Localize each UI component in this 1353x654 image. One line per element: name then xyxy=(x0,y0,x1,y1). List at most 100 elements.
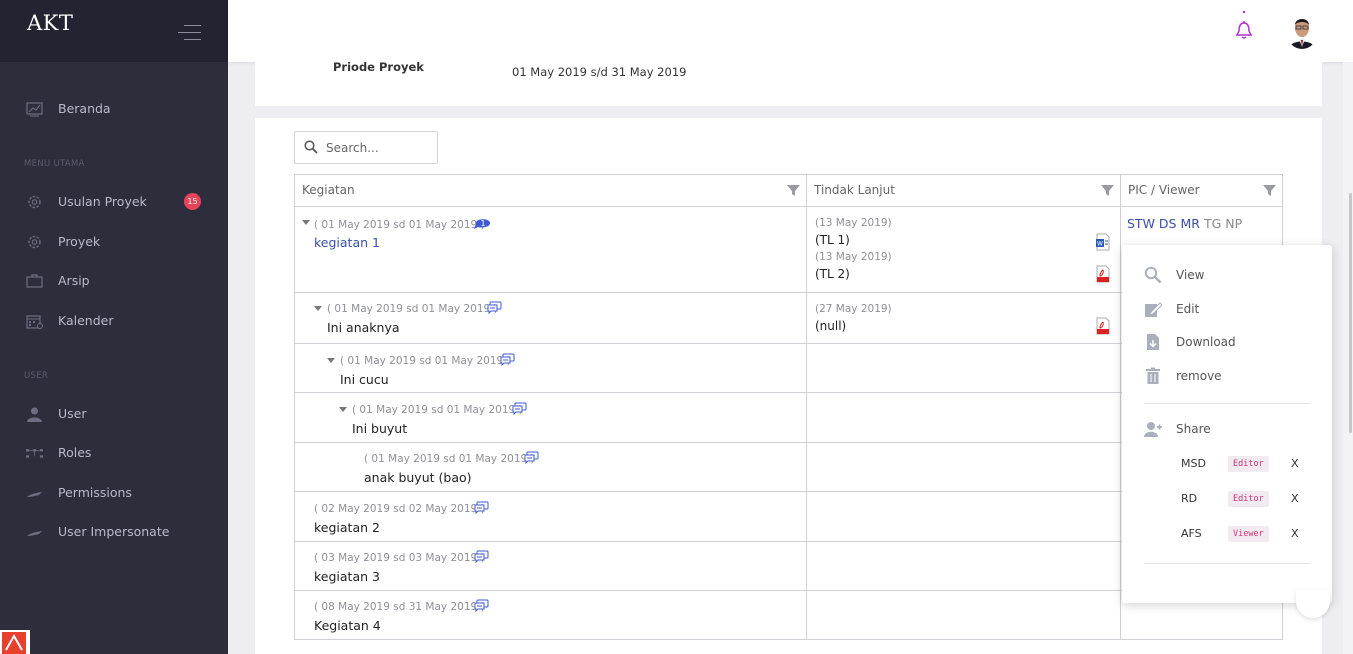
expand-caret-icon[interactable] xyxy=(327,358,335,363)
page-scrollbar-thumb[interactable] xyxy=(1349,193,1352,433)
pic-viewer-list: STW DS MR TG NP xyxy=(1127,216,1242,231)
followup-date: (13 May 2019) xyxy=(815,251,892,263)
activity-title[interactable]: Ini anaknya xyxy=(327,320,400,335)
filter-icon[interactable] xyxy=(787,184,800,197)
share-user: AFS xyxy=(1181,527,1202,540)
viewer-label: NP xyxy=(1225,216,1243,231)
search-input[interactable] xyxy=(326,139,434,157)
comment-icon[interactable] xyxy=(487,301,502,314)
column-divider xyxy=(806,207,807,639)
sidebar-item-usulan-proyek[interactable]: Usulan Proyek 15 xyxy=(0,187,228,217)
sidebar-item-label: Roles xyxy=(58,445,92,460)
network-icon xyxy=(26,449,43,458)
gear-icon xyxy=(28,195,41,209)
column-header-tindak-lanjut[interactable]: Tindak Lanjut xyxy=(807,175,1121,207)
pic-link[interactable]: MR xyxy=(1180,216,1199,231)
remove-share-button[interactable]: X xyxy=(1291,457,1299,470)
sidebar-item-label: Beranda xyxy=(58,101,111,116)
filter-icon[interactable] xyxy=(1101,184,1114,197)
share-role-tag[interactable]: Viewer xyxy=(1228,526,1269,542)
comment-icon[interactable] xyxy=(474,599,489,612)
sidebar-item-label: Kalender xyxy=(58,313,114,328)
comment-icon[interactable] xyxy=(512,402,527,415)
sidebar-item-label: Proyek xyxy=(58,234,101,249)
remove-share-button[interactable]: X xyxy=(1291,492,1299,505)
sidebar-item-proyek[interactable]: Proyek xyxy=(0,227,228,257)
activity-title[interactable]: Kegiatan 4 xyxy=(314,618,381,633)
sidebar-item-beranda[interactable]: Beranda xyxy=(0,94,228,124)
top-bar xyxy=(228,0,1353,62)
share-entry: RD Editor X xyxy=(1122,488,1332,510)
followup-date: (27 May 2019) xyxy=(815,303,892,315)
app-logo[interactable]: AKT xyxy=(27,11,73,35)
viewer-label: TG xyxy=(1203,216,1222,231)
pdf-file-icon[interactable] xyxy=(1096,317,1110,335)
key-icon xyxy=(27,531,42,536)
column-divider xyxy=(1120,207,1121,639)
comment-icon[interactable] xyxy=(500,353,515,366)
filter-icon[interactable] xyxy=(1263,184,1276,197)
followup-text: (TL 2) xyxy=(815,267,850,281)
activity-date: ( 03 May 2019 sd 03 May 2019 ) xyxy=(314,552,485,564)
search-icon xyxy=(304,140,318,154)
column-header-pic-viewer[interactable]: PIC / Viewer xyxy=(1121,175,1282,207)
corner-app-icon[interactable] xyxy=(0,630,30,654)
comment-icon[interactable] xyxy=(474,550,489,563)
share-role-tag[interactable]: Editor xyxy=(1228,491,1269,507)
menu-toggle-icon[interactable] xyxy=(178,25,201,40)
followup-text: (TL 1) xyxy=(815,233,850,247)
sidebar-item-kalender[interactable]: Kalender xyxy=(0,306,228,336)
menu-item-remove[interactable]: remove xyxy=(1122,362,1332,390)
share-entry: AFS Viewer X xyxy=(1122,523,1332,545)
column-header-kegiatan[interactable]: Kegiatan xyxy=(295,175,807,207)
share-role-tag[interactable]: Editor xyxy=(1228,456,1269,472)
activity-date: ( 01 May 2019 sd 01 May 2019 ) xyxy=(340,355,511,367)
expand-caret-icon[interactable] xyxy=(302,220,310,225)
pdf-file-icon[interactable] xyxy=(1096,265,1110,283)
menu-item-label: remove xyxy=(1176,369,1222,383)
period-label: Priode Proyek xyxy=(333,60,424,74)
pic-link[interactable]: STW xyxy=(1127,216,1155,231)
sidebar-item-permissions[interactable]: Permissions xyxy=(0,478,228,508)
pic-link[interactable]: DS xyxy=(1159,216,1177,231)
sidebar-item-user[interactable]: User xyxy=(0,399,228,429)
menu-item-view[interactable]: View xyxy=(1122,261,1332,289)
share-user: MSD xyxy=(1181,457,1206,470)
calendar-icon xyxy=(26,315,43,329)
sidebar-item-arsip[interactable]: Arsip xyxy=(0,266,228,296)
expand-caret-icon[interactable] xyxy=(339,407,347,412)
sidebar: AKT Beranda MENU UTAMA Usulan Proyek 15 … xyxy=(0,0,228,654)
comment-icon[interactable] xyxy=(524,451,539,464)
word-file-icon[interactable]: W xyxy=(1096,233,1110,251)
bell-icon[interactable] xyxy=(1234,10,1254,42)
comment-icon[interactable] xyxy=(474,501,489,514)
key-icon xyxy=(27,492,42,497)
expand-caret-icon[interactable] xyxy=(314,306,322,311)
share-user: RD xyxy=(1181,492,1198,505)
activity-title[interactable]: kegiatan 2 xyxy=(314,520,380,535)
remove-share-button[interactable]: X xyxy=(1291,527,1299,540)
activity-date: ( 08 May 2019 sd 31 May 2019 ) xyxy=(314,601,485,613)
chart-icon xyxy=(26,102,43,117)
column-header-label: PIC / Viewer xyxy=(1128,183,1200,197)
sidebar-item-label: User xyxy=(58,406,87,421)
activity-title[interactable]: anak buyut (bao) xyxy=(364,470,472,485)
sidebar-item-roles[interactable]: Roles xyxy=(0,438,228,468)
svg-text:1: 1 xyxy=(480,219,485,228)
comment-count-badge[interactable]: 1 xyxy=(474,215,492,229)
menu-item-share[interactable]: Share xyxy=(1122,415,1332,443)
activity-title[interactable]: Ini cucu xyxy=(340,372,389,387)
menu-item-edit[interactable]: Edit xyxy=(1122,295,1332,323)
avatar[interactable] xyxy=(1286,12,1318,49)
share-entry: MSD Editor X xyxy=(1122,453,1332,475)
activity-title[interactable]: Ini buyut xyxy=(352,421,407,436)
activity-title-link[interactable]: kegiatan 1 xyxy=(314,235,380,250)
activity-title[interactable]: kegiatan 3 xyxy=(314,569,380,584)
activity-date: ( 01 May 2019 sd 01 May 2019 ) xyxy=(314,219,485,231)
sidebar-item-user-impersonate[interactable]: User Impersonate xyxy=(0,517,228,547)
scroll-top-button[interactable] xyxy=(1296,590,1330,618)
menu-item-download[interactable]: Download xyxy=(1122,328,1332,356)
search-icon xyxy=(1144,266,1162,284)
sidebar-header: AKT xyxy=(0,0,228,62)
menu-divider xyxy=(1144,563,1310,564)
